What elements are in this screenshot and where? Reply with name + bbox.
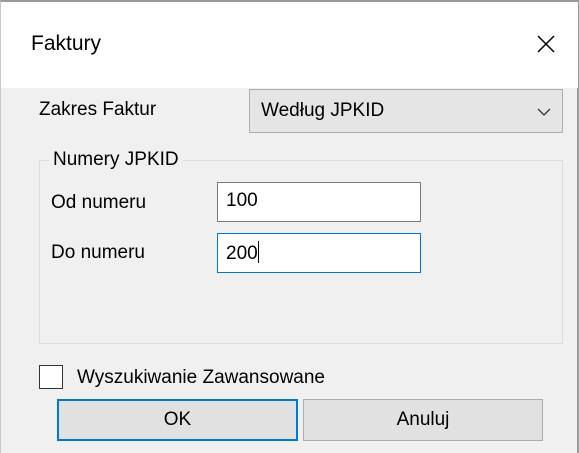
- from-number-label: Od numeru: [51, 192, 147, 213]
- invoice-range-label: Zakres Faktur: [39, 99, 157, 120]
- title-bar: Faktury: [1, 2, 578, 88]
- close-icon: [537, 35, 555, 53]
- from-number-value: 100: [226, 190, 258, 211]
- chevron-down-icon: [537, 108, 551, 116]
- advanced-search-label[interactable]: Wyszukiwanie Zawansowane: [77, 367, 325, 389]
- cancel-button[interactable]: Anuluj: [303, 399, 543, 441]
- to-number-value: 200: [226, 243, 258, 264]
- to-number-label: Do numeru: [51, 242, 145, 263]
- faktury-dialog: Faktury Zakres Faktur Według JPKID Numer…: [0, 0, 579, 453]
- invoice-range-select[interactable]: Według JPKID: [249, 89, 563, 133]
- close-button[interactable]: [526, 24, 566, 64]
- jpkid-group-title: Numery JPKID: [49, 149, 183, 171]
- to-number-input[interactable]: 200: [217, 233, 421, 273]
- ok-button[interactable]: OK: [57, 399, 298, 441]
- text-caret: [257, 241, 259, 263]
- advanced-search-checkbox[interactable]: [39, 365, 63, 389]
- invoice-range-value: Według JPKID: [261, 100, 385, 121]
- from-number-input[interactable]: 100: [217, 182, 421, 222]
- dialog-title: Faktury: [31, 32, 102, 55]
